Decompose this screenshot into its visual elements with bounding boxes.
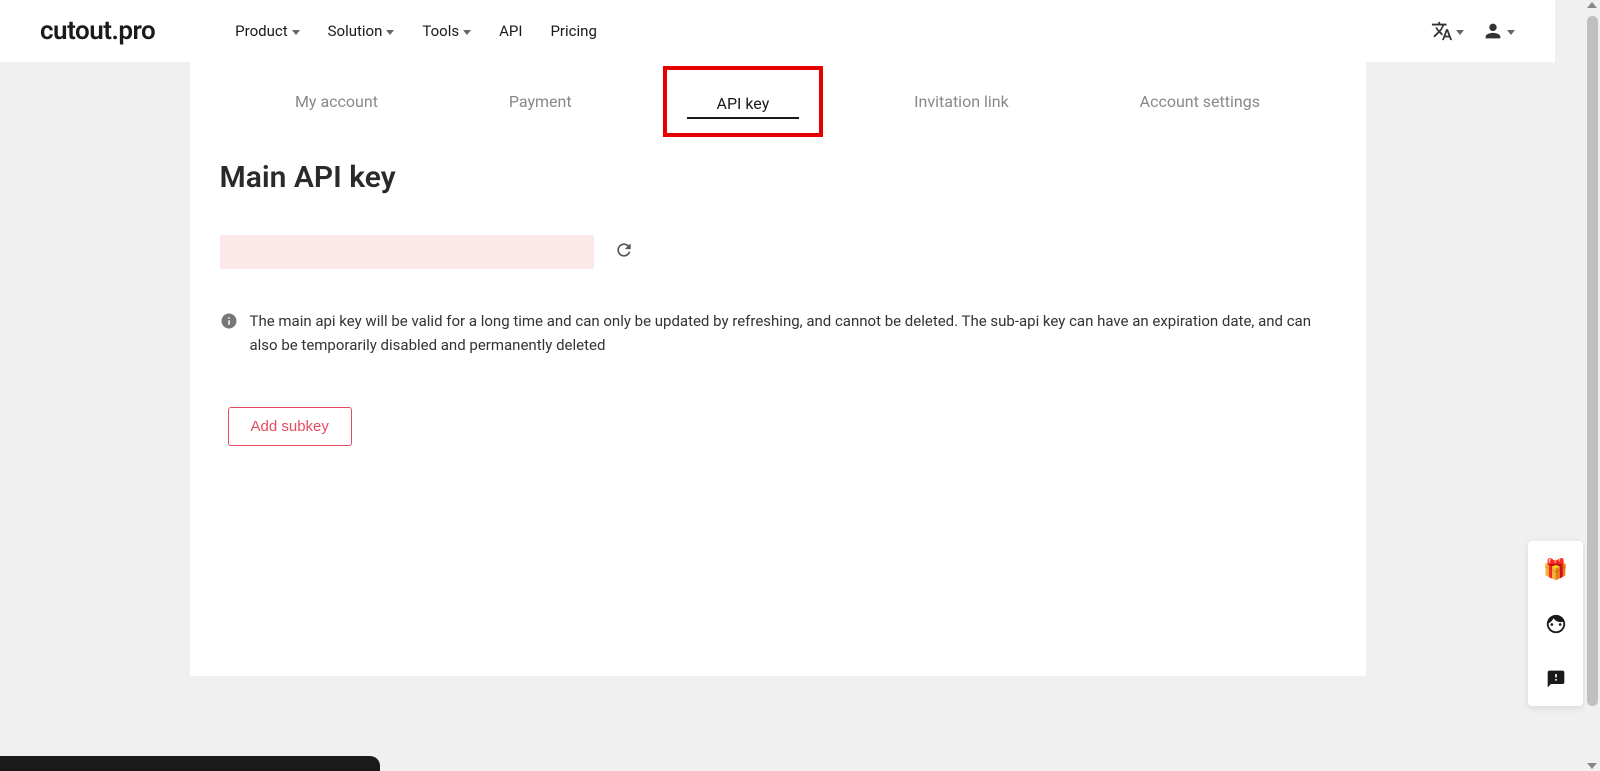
scrollbar[interactable] xyxy=(1585,0,1600,771)
chevron-down-icon xyxy=(386,30,394,35)
add-subkey-button[interactable]: Add subkey xyxy=(228,407,352,446)
feedback-icon xyxy=(1546,669,1566,689)
sidebar-widgets: 🎁 xyxy=(1528,541,1583,706)
translate-icon xyxy=(1431,20,1453,42)
tab-my-account[interactable]: My account xyxy=(255,77,418,126)
main-content: Main API key The main api key will be va… xyxy=(190,140,1366,466)
gift-icon: 🎁 xyxy=(1543,557,1568,581)
chevron-down-icon xyxy=(1456,30,1464,35)
api-key-row xyxy=(220,235,1336,269)
refresh-icon xyxy=(614,240,634,260)
account-button[interactable] xyxy=(1482,20,1515,42)
scrollbar-thumb[interactable] xyxy=(1587,16,1598,706)
scrollbar-arrow-up-icon[interactable] xyxy=(1587,2,1597,8)
nav-solution[interactable]: Solution xyxy=(328,22,395,40)
content-card: My account Payment API key Invitation li… xyxy=(190,62,1366,676)
gift-widget[interactable]: 🎁 xyxy=(1528,541,1583,596)
account-tabs: My account Payment API key Invitation li… xyxy=(190,62,1366,140)
nav-tools[interactable]: Tools xyxy=(422,22,471,40)
scrollbar-arrow-down-icon[interactable] xyxy=(1587,763,1597,769)
page-title: Main API key xyxy=(220,160,1336,195)
main-nav: Product Solution Tools API Pricing xyxy=(235,22,1431,40)
tab-api-key[interactable]: API key xyxy=(663,66,824,137)
tab-invitation-link[interactable]: Invitation link xyxy=(874,77,1049,126)
chevron-down-icon xyxy=(463,30,471,35)
nav-product-label: Product xyxy=(235,22,287,40)
logo[interactable]: cutout.pro xyxy=(40,16,155,46)
chevron-down-icon xyxy=(292,30,300,35)
content-wrapper: My account Payment API key Invitation li… xyxy=(0,62,1555,676)
info-icon xyxy=(220,312,238,334)
nav-pricing-label: Pricing xyxy=(550,22,596,40)
bottom-shadow xyxy=(0,756,380,771)
refresh-button[interactable] xyxy=(614,240,634,264)
person-icon xyxy=(1482,20,1504,42)
feedback-widget[interactable] xyxy=(1528,651,1583,706)
tab-payment[interactable]: Payment xyxy=(469,77,612,126)
language-button[interactable] xyxy=(1431,20,1464,42)
nav-api[interactable]: API xyxy=(499,22,522,40)
header: cutout.pro Product Solution Tools API Pr… xyxy=(0,0,1555,62)
support-widget[interactable] xyxy=(1528,596,1583,651)
header-right xyxy=(1431,20,1515,42)
face-icon xyxy=(1545,613,1567,635)
nav-tools-label: Tools xyxy=(422,22,459,40)
tab-account-settings[interactable]: Account settings xyxy=(1100,77,1300,126)
info-row: The main api key will be valid for a lon… xyxy=(220,309,1336,357)
nav-product[interactable]: Product xyxy=(235,22,299,40)
nav-solution-label: Solution xyxy=(328,22,383,40)
api-key-value[interactable] xyxy=(220,235,594,269)
info-text: The main api key will be valid for a lon… xyxy=(250,309,1336,357)
chevron-down-icon xyxy=(1507,30,1515,35)
nav-api-label: API xyxy=(499,22,522,40)
nav-pricing[interactable]: Pricing xyxy=(550,22,596,40)
